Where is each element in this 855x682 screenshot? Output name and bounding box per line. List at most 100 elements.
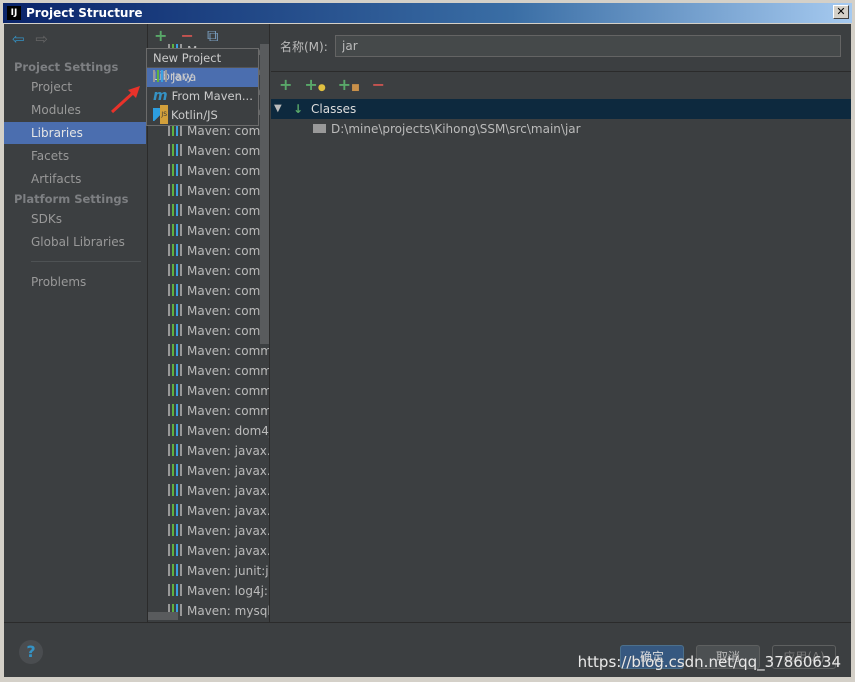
project-settings-heading: Project Settings	[14, 60, 119, 74]
library-row-label: Maven: com.va	[187, 284, 270, 298]
library-row[interactable]: Maven: javax.se	[168, 501, 269, 521]
library-row-label: Maven: commo	[187, 404, 269, 418]
library-icon	[168, 284, 182, 296]
classes-label: Classes	[311, 102, 357, 116]
library-icon	[168, 424, 182, 436]
vertical-scrollbar[interactable]	[260, 44, 269, 344]
library-icon	[168, 484, 182, 496]
library-icon	[168, 304, 182, 316]
library-row-label: Maven: commo	[187, 304, 269, 318]
popup-item-from-maven[interactable]: m From Maven...	[147, 87, 258, 106]
dialog-body: ⇦ ⇨ Project Settings Project Modules Lib…	[4, 24, 851, 677]
classes-icon: ↓	[293, 102, 304, 116]
library-row[interactable]: Maven: javax.xr	[168, 541, 270, 561]
library-detail: 名称(M): + +● +■ − ▼ ↓ Classes D:\mine\pro…	[271, 24, 851, 622]
library-row-label: Maven: com.th	[187, 224, 270, 238]
library-row[interactable]: Maven: commo	[168, 401, 269, 421]
library-row[interactable]: Maven: javax.xr	[168, 521, 270, 541]
library-icon	[168, 504, 182, 516]
popup-item-label: From Maven...	[171, 89, 253, 103]
library-row[interactable]: Maven: com.go	[168, 141, 270, 161]
library-row-label: Maven: log4j:lo	[187, 584, 270, 598]
library-row[interactable]: Maven: commo	[168, 381, 269, 401]
library-row[interactable]: Maven: javax.se	[168, 461, 270, 481]
library-icon	[168, 404, 182, 416]
library-icon	[153, 70, 167, 82]
library-row[interactable]: Maven: com.va	[168, 281, 270, 301]
sidebar-item-libraries[interactable]: Libraries	[4, 122, 146, 144]
library-row[interactable]: Maven: mysql:m	[168, 601, 269, 621]
name-input[interactable]	[335, 35, 841, 57]
expand-triangle-icon[interactable]: ▼	[274, 99, 282, 119]
library-row[interactable]: Maven: com.th	[168, 241, 270, 261]
library-icon	[168, 464, 182, 476]
sidebar-item-global-libraries[interactable]: Global Libraries	[4, 231, 146, 253]
library-icon	[168, 184, 182, 196]
library-icon	[168, 344, 182, 356]
help-icon[interactable]: ?	[19, 640, 43, 664]
dialog-footer: ? 确定 取消 应用(A) https://blog.csdn.net/qq_3…	[4, 622, 851, 677]
library-row[interactable]: Maven: junit:ju	[168, 561, 270, 581]
classes-node[interactable]: ▼ ↓ Classes	[271, 99, 851, 119]
add-url-icon[interactable]: +●	[304, 75, 325, 94]
add-icon[interactable]: +	[154, 26, 167, 45]
library-row[interactable]: Maven: commo	[168, 301, 269, 321]
back-arrow-icon[interactable]: ⇦	[12, 30, 25, 48]
library-icon	[168, 244, 182, 256]
library-row[interactable]: Maven: com.go	[168, 161, 270, 181]
library-row-label: Maven: dom4j:c	[187, 424, 269, 438]
library-row-label: Maven: com.su	[187, 204, 270, 218]
kotlin-js-icon	[153, 105, 168, 124]
sidebar-item-problems[interactable]: Problems	[4, 271, 146, 293]
library-row-label: Maven: javax.se	[187, 484, 270, 498]
library-row[interactable]: Maven: commo	[168, 341, 269, 361]
library-row[interactable]: Maven: javax.ac	[168, 441, 269, 461]
horizontal-scrollbar[interactable]	[148, 612, 178, 620]
library-row[interactable]: Maven: dom4j:c	[168, 421, 269, 441]
library-row[interactable]: Maven: commo	[168, 321, 269, 341]
library-row[interactable]: Maven: com.th	[168, 261, 270, 281]
nav-buttons: ⇦ ⇨	[12, 30, 48, 48]
popup-item-label: Kotlin/JS	[171, 108, 218, 122]
remove-icon[interactable]: −	[372, 75, 385, 94]
popup-item-java[interactable]: Java	[147, 68, 258, 87]
sidebar-item-facets[interactable]: Facets	[4, 145, 146, 167]
library-row-label: Maven: com.th	[187, 264, 270, 278]
library-row[interactable]: Maven: com.su	[168, 181, 269, 201]
library-row-label: Maven: commo	[187, 344, 269, 358]
library-icon	[168, 224, 182, 236]
title-bar: IJ Project Structure ✕	[3, 3, 852, 23]
library-row-label: Maven: com.go	[187, 164, 270, 178]
library-icon	[168, 204, 182, 216]
forward-arrow-icon[interactable]: ⇨	[35, 30, 48, 48]
library-row-label: Maven: com.th	[187, 244, 270, 258]
library-row-label: Maven: com.fas	[187, 124, 269, 138]
sidebar-item-artifacts[interactable]: Artifacts	[4, 168, 146, 190]
popup-item-kotlin-js[interactable]: Kotlin/JS	[147, 105, 258, 125]
sidebar-item-sdks[interactable]: SDKs	[4, 208, 146, 230]
close-button[interactable]: ✕	[833, 5, 849, 19]
library-row-label: Maven: javax.xr	[187, 524, 270, 538]
window-title: Project Structure	[26, 6, 143, 20]
library-row-label: Maven: commo	[187, 384, 269, 398]
library-row-label: Maven: junit:ju	[187, 564, 270, 578]
library-row[interactable]: Maven: commo	[168, 361, 269, 381]
divider	[271, 71, 851, 72]
library-row-label: Maven: javax.xr	[187, 544, 270, 558]
folder-icon	[313, 124, 326, 133]
library-icon	[168, 564, 182, 576]
add-icon[interactable]: +	[279, 75, 292, 94]
detail-toolbar: + +● +■ −	[279, 75, 385, 94]
class-path-item[interactable]: D:\mine\projects\Kihong\SSM\src\main\jar	[313, 119, 581, 139]
library-row[interactable]: Maven: com.su	[168, 201, 270, 221]
new-project-library-popup: New Project Library Java mFrom Maven... …	[146, 48, 259, 126]
library-row[interactable]: Maven: javax.se	[168, 481, 270, 501]
library-row[interactable]: Maven: log4j:lo	[168, 581, 270, 601]
library-row-label: Maven: javax.se	[187, 464, 270, 478]
attach-jar-icon[interactable]: +■	[338, 75, 360, 94]
library-row-label: Maven: commo	[187, 324, 269, 338]
library-row-label: Maven: com.go	[187, 144, 270, 158]
red-arrow-annotation-icon	[110, 86, 140, 114]
library-row-label: Maven: commo	[187, 364, 269, 378]
library-row[interactable]: Maven: com.th	[168, 221, 270, 241]
